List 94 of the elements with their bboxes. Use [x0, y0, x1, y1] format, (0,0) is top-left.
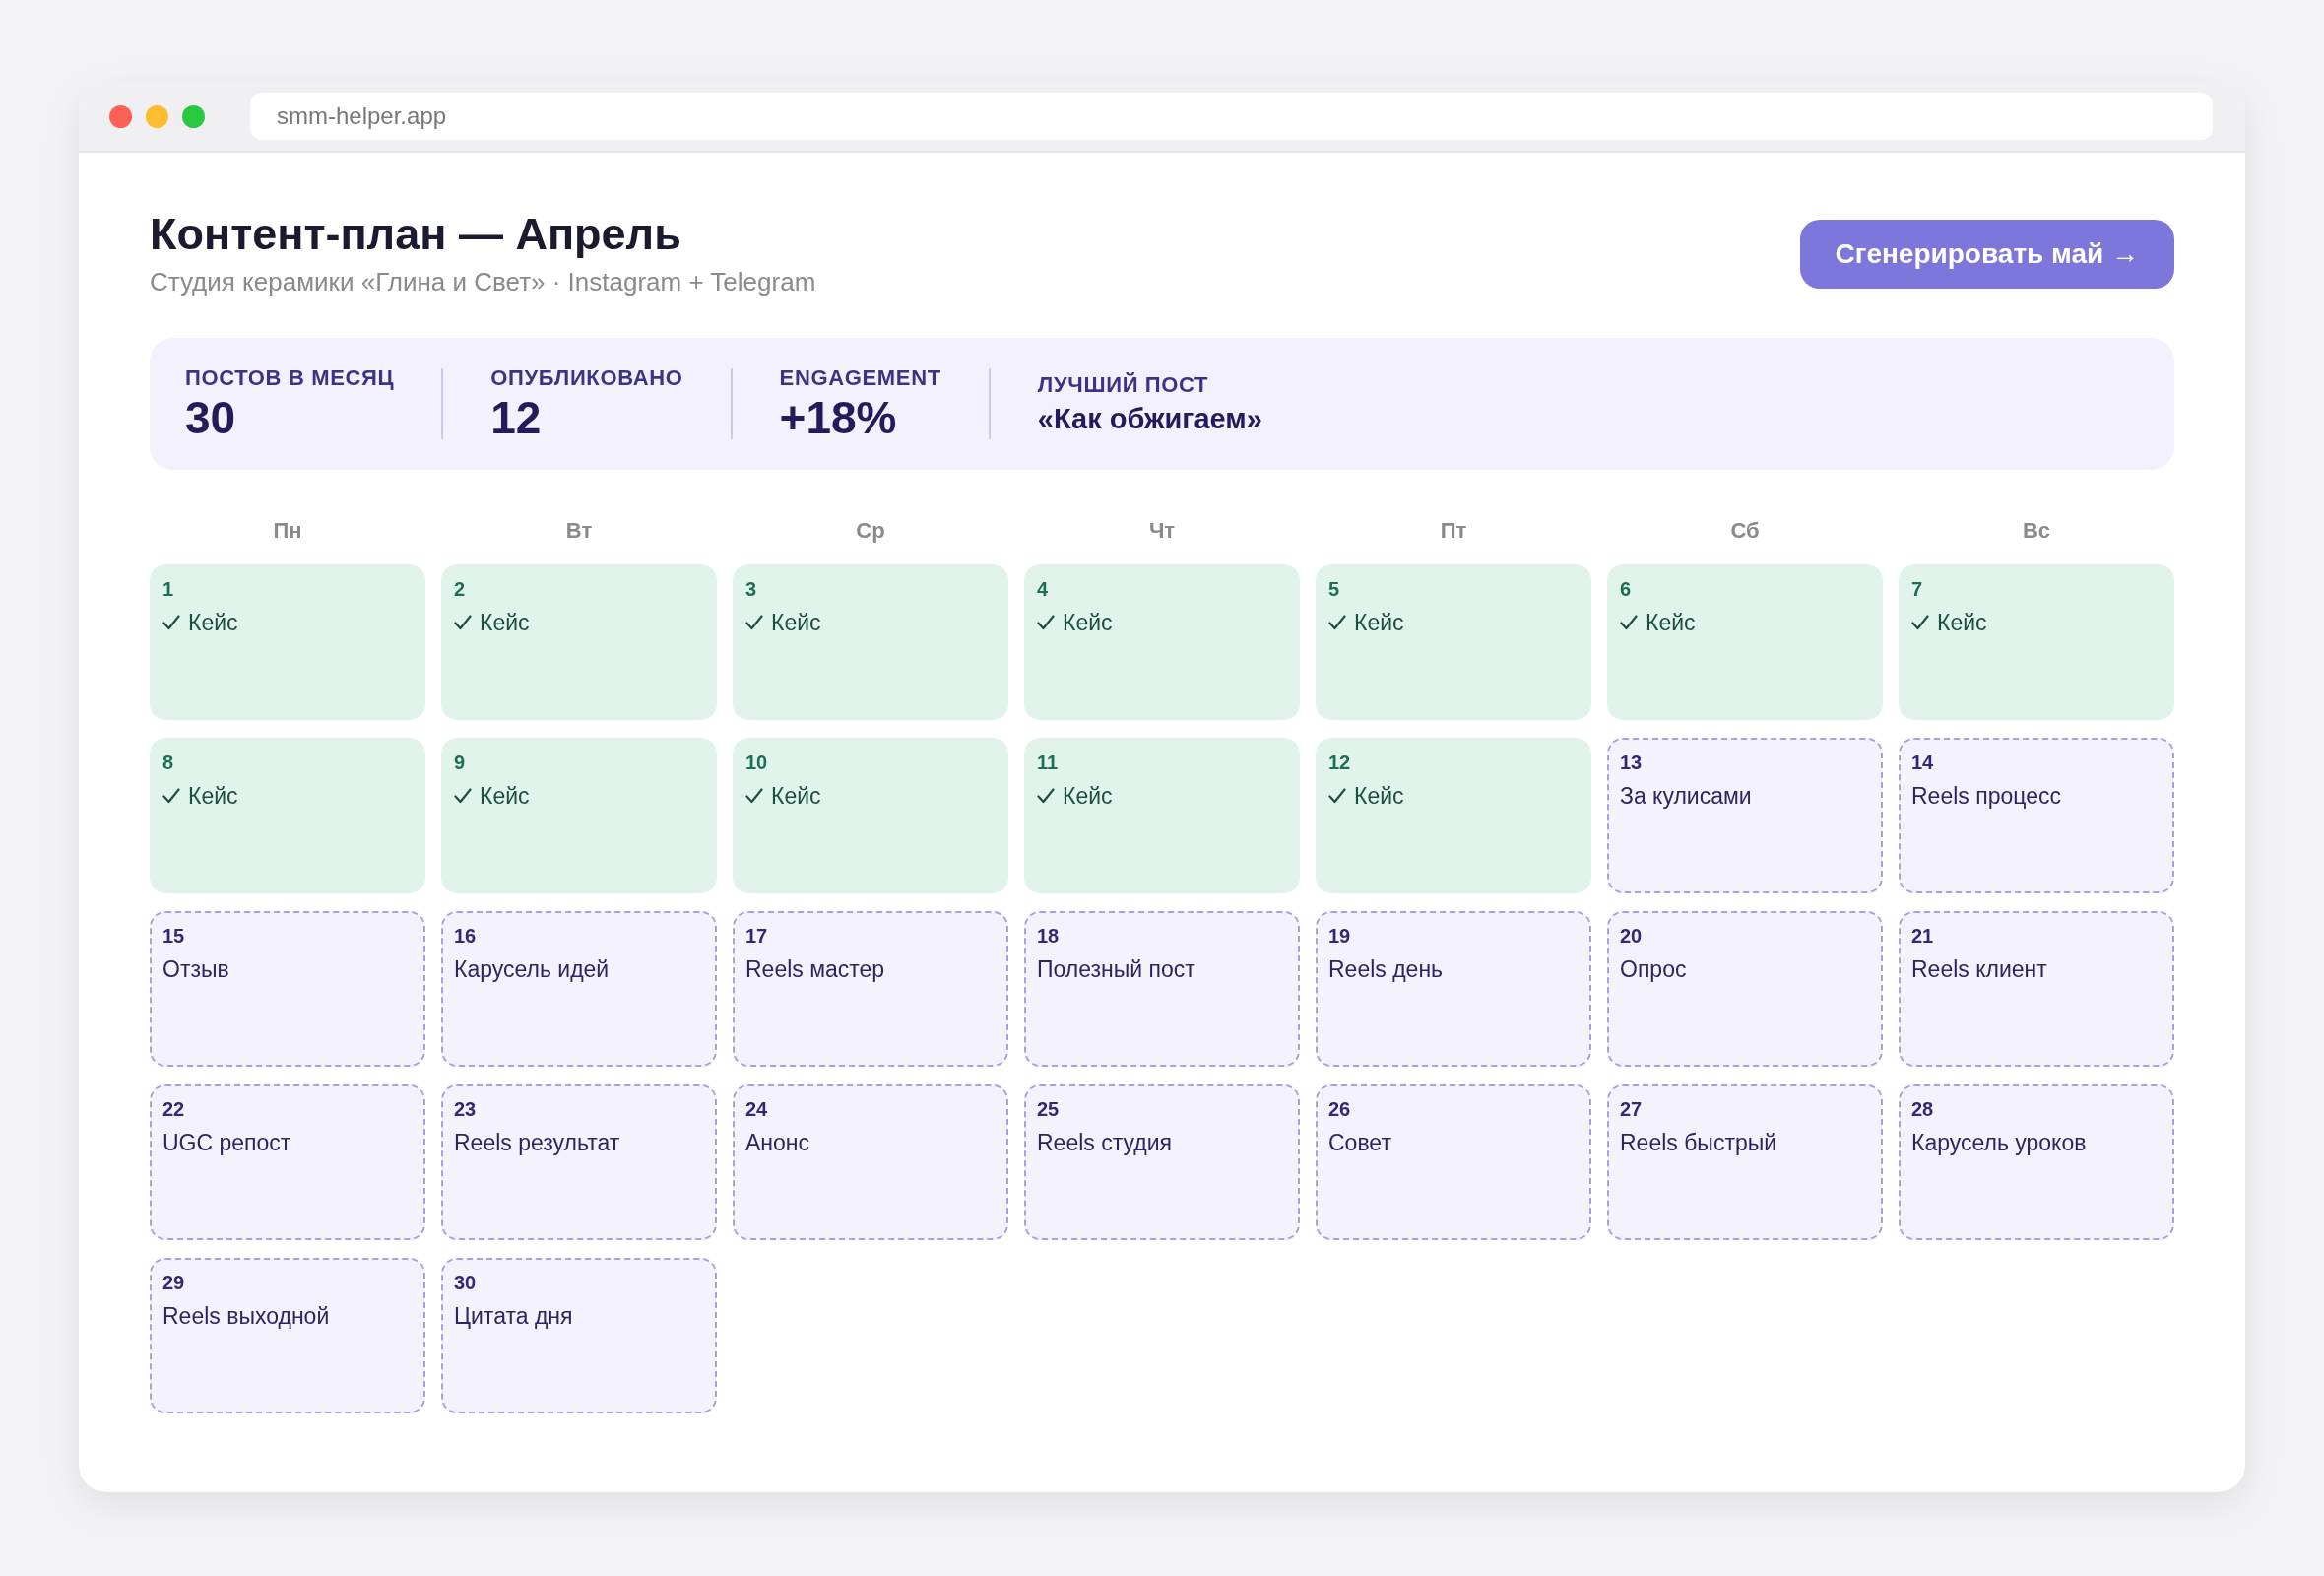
check-icon: [1037, 787, 1055, 805]
weekday-label: Пн: [273, 518, 302, 544]
day-number: 22: [162, 1097, 185, 1121]
post-title: Кейс: [1937, 609, 1987, 636]
day-number: 12: [1328, 751, 1351, 774]
post-title: Reels студия: [1037, 1129, 1172, 1156]
day-number: 27: [1620, 1097, 1643, 1121]
post-title: Reels процесс: [1911, 782, 2061, 810]
day-number: 4: [1037, 577, 1049, 601]
day-number: 16: [454, 924, 477, 948]
day-number: 28: [1911, 1097, 1934, 1121]
day-number: 26: [1328, 1097, 1351, 1121]
day-number: 9: [454, 751, 466, 774]
day-number: 18: [1037, 924, 1060, 948]
day-number: 6: [1620, 577, 1632, 601]
post-title: Карусель уроков: [1911, 1129, 2087, 1156]
check-icon: [454, 787, 472, 805]
day-number: 21: [1911, 924, 1934, 948]
day-number: 29: [162, 1271, 185, 1294]
stat-value: «Как обжигаем»: [1037, 402, 1262, 435]
check-icon: [454, 614, 472, 631]
stat-value: 12: [490, 393, 543, 442]
check-icon: [745, 787, 763, 805]
post-title: Цитата дня: [454, 1302, 573, 1330]
day-number: 14: [1911, 751, 1934, 774]
post-title: Кейс: [480, 609, 530, 636]
day-number: 5: [1328, 577, 1340, 601]
page-subtitle: Студия керамики «Глина и Свет» · Instagram + Telegram: [150, 266, 816, 297]
check-icon: [162, 787, 180, 805]
window-close-icon[interactable]: [109, 104, 132, 128]
day-number: 3: [745, 577, 757, 601]
day-number: 24: [745, 1097, 768, 1121]
post-title: Кейс: [1063, 609, 1113, 636]
post-title: Анонс: [745, 1129, 810, 1156]
window-zoom-icon[interactable]: [182, 104, 205, 128]
check-icon: [1037, 614, 1055, 631]
address-bar[interactable]: smm-helper.app: [250, 93, 2213, 140]
day-number: 2: [454, 577, 466, 601]
weekday-label: Чт: [1148, 518, 1176, 544]
day-number: 23: [454, 1097, 477, 1121]
post-title: Reels день: [1328, 955, 1444, 983]
weekday-label: Вт: [565, 518, 593, 544]
day-number: 13: [1620, 751, 1643, 774]
post-title: Опрос: [1620, 955, 1687, 983]
check-icon: [1620, 614, 1638, 631]
day-number: 20: [1620, 924, 1643, 948]
page-title: Контент-план — Апрель: [150, 208, 682, 261]
stat-value: 30: [185, 393, 237, 442]
weekday-label: Вс: [2022, 518, 2051, 544]
day-number: 19: [1328, 924, 1351, 948]
day-number: 1: [162, 577, 174, 601]
post-title: Кейс: [1354, 609, 1404, 636]
post-title: Кейс: [188, 782, 238, 810]
stat-value: +18%: [779, 393, 898, 442]
weekday-label: Пт: [1440, 518, 1467, 544]
day-number: 25: [1037, 1097, 1060, 1121]
day-number: 10: [745, 751, 768, 774]
post-title: Reels клиент: [1911, 955, 2047, 983]
check-icon: [1328, 614, 1346, 631]
post-title: За кулисами: [1620, 782, 1752, 810]
weekday-label: Сб: [1730, 518, 1760, 544]
day-number: 11: [1037, 751, 1059, 774]
post-title: Reels результат: [454, 1129, 620, 1156]
stat-label: ЛУЧШИЙ ПОСТ: [1037, 372, 1210, 398]
stat-label: ENGAGEMENT: [779, 365, 941, 391]
day-number: 7: [1911, 577, 1923, 601]
post-title: UGC репост: [162, 1129, 291, 1156]
post-title: Reels выходной: [162, 1302, 330, 1330]
check-icon: [745, 614, 763, 631]
post-title: Reels мастер: [745, 955, 885, 983]
post-title: Кейс: [1646, 609, 1696, 636]
post-title: Отзыв: [162, 955, 229, 983]
post-title: Кейс: [480, 782, 530, 810]
window-minimize-icon[interactable]: [146, 104, 168, 128]
day-number: 15: [162, 924, 185, 948]
post-title: Reels быстрый: [1620, 1129, 1777, 1156]
stat-label: ОПУБЛИКОВАНО: [490, 365, 683, 391]
day-number: 30: [454, 1271, 477, 1294]
generate-button[interactable]: Сгенерировать май →: [1799, 220, 2174, 289]
post-title: Совет: [1328, 1129, 1391, 1156]
post-title: Кейс: [771, 782, 821, 810]
post-title: Карусель идей: [454, 955, 610, 983]
stat-label: ПОСТОВ В МЕСЯЦ: [185, 365, 395, 391]
check-icon: [162, 614, 180, 631]
weekday-label: Ср: [856, 518, 885, 544]
post-title: Кейс: [188, 609, 238, 636]
post-title: Кейс: [1354, 782, 1404, 810]
post-title: Полезный пост: [1037, 955, 1195, 983]
check-icon: [1328, 787, 1346, 805]
day-number: 17: [745, 924, 768, 948]
post-title: Кейс: [771, 609, 821, 636]
check-icon: [1911, 614, 1929, 631]
day-number: 8: [162, 751, 174, 774]
post-title: Кейс: [1063, 782, 1113, 810]
